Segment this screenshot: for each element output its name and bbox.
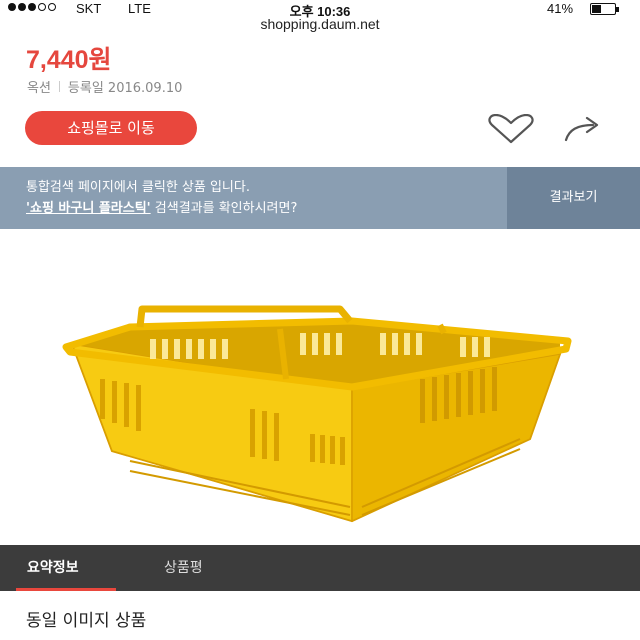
battery-tip: [616, 7, 619, 12]
tab-summary[interactable]: 요약정보: [27, 545, 79, 591]
shopping-basket-icon: [62, 305, 572, 523]
share-icon[interactable]: [563, 116, 603, 142]
search-notice-banner: 통합검색 페이지에서 클릭한 상품 입니다. '쇼핑 바구니 플라스틱' 검색결…: [0, 167, 640, 229]
section-title: 동일 이미지 상품: [26, 611, 147, 631]
notice-line-1: 통합검색 페이지에서 클릭한 상품 입니다.: [26, 180, 250, 195]
product-meta: 옥션 등록일 2016.09.10: [27, 77, 182, 96]
registered-date: 등록일 2016.09.10: [67, 81, 183, 96]
notice-line-2-suffix: 검색결과를 확인하시려면?: [150, 201, 298, 216]
url-bar[interactable]: shopping.daum.net: [0, 16, 640, 36]
battery-fill: [592, 5, 601, 13]
battery-icon: [590, 3, 620, 15]
tab-reviews[interactable]: 상품평: [164, 545, 203, 591]
seller-name: 옥션: [27, 81, 51, 96]
product-price: 7,440원: [26, 46, 112, 74]
product-image: [0, 229, 640, 545]
view-results-button[interactable]: 결과보기: [507, 167, 640, 229]
heart-icon[interactable]: [486, 114, 536, 144]
notice-line-2: '쇼핑 바구니 플라스틱' 검색결과를 확인하시려면?: [26, 198, 297, 219]
meta-divider: [58, 81, 60, 92]
active-tab-indicator: [16, 588, 116, 591]
notice-text: 통합검색 페이지에서 클릭한 상품 입니다. '쇼핑 바구니 플라스틱' 검색결…: [26, 177, 297, 219]
search-keyword-link[interactable]: '쇼핑 바구니 플라스틱': [26, 201, 151, 216]
goto-shop-button[interactable]: 쇼핑몰로 이동: [25, 111, 197, 145]
detail-tab-bar: 요약정보 상품평: [0, 545, 640, 591]
battery-percent: 41%: [547, 1, 574, 16]
page: SKT LTE 오후 10:36 41% shopping.daum.net 7…: [0, 0, 640, 640]
